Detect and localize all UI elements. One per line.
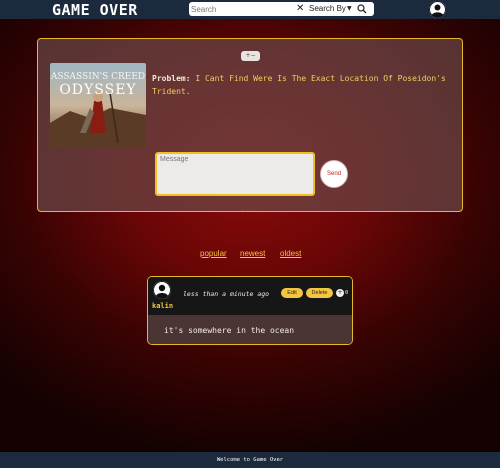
- edit-button[interactable]: Edit: [281, 288, 303, 298]
- search-bar: ✕ Search By ▼: [189, 2, 374, 16]
- close-icon[interactable]: ✕: [296, 2, 304, 16]
- comment-username[interactable]: kalin: [152, 302, 173, 310]
- sort-newest-link[interactable]: newest: [240, 249, 265, 258]
- brand-logo[interactable]: GAME OVER: [52, 1, 138, 19]
- cover-title: ASSASSIN'S CREED: [50, 72, 146, 82]
- user-avatar-icon[interactable]: [429, 1, 446, 18]
- delete-button[interactable]: Delete: [306, 288, 333, 298]
- comment-body: it's somewhere in the ocean: [148, 315, 352, 344]
- search-by-select[interactable]: Search By: [309, 2, 346, 16]
- comment-card: kalin less than a minute ago Edit Delete…: [147, 276, 353, 345]
- like-count: 0: [345, 290, 349, 296]
- sort-popular-link[interactable]: popular: [200, 249, 227, 258]
- message-input[interactable]: [155, 152, 315, 196]
- plus-minus-icon[interactable]: +−: [241, 51, 260, 61]
- footer: Welcome to Game Over: [0, 452, 500, 468]
- top-navbar: GAME OVER ✕ Search By ▼: [0, 0, 500, 19]
- divider-dots: ···: [241, 208, 255, 215]
- plus-icon[interactable]: +: [336, 289, 344, 297]
- problem-text: I Cant Find Were Is The Exact Location O…: [152, 74, 446, 96]
- send-button[interactable]: Send: [320, 160, 348, 188]
- sort-options: popular newest oldest: [0, 249, 500, 261]
- search-icon[interactable]: [357, 4, 367, 14]
- comment-timestamp: less than a minute ago: [183, 290, 270, 298]
- comment-text: it's somewhere in the ocean: [164, 326, 295, 335]
- game-cover-image: ASSASSIN'S CREED ODYSSEY: [50, 63, 146, 148]
- user-avatar-icon: [153, 281, 171, 299]
- comment-header: kalin less than a minute ago Edit Delete…: [148, 277, 352, 315]
- chevron-down-icon[interactable]: ▼: [347, 2, 352, 16]
- problem-label: Problem:: [152, 74, 191, 83]
- problem-statement: Problem: I Cant Find Were Is The Exact L…: [152, 72, 452, 98]
- search-input[interactable]: [191, 3, 291, 15]
- problem-card: +− ASSASSIN'S CREED ODYSSEY Problem: I C…: [37, 38, 463, 212]
- sort-oldest-link[interactable]: oldest: [280, 249, 301, 258]
- cover-subtitle: ODYSSEY: [59, 82, 137, 98]
